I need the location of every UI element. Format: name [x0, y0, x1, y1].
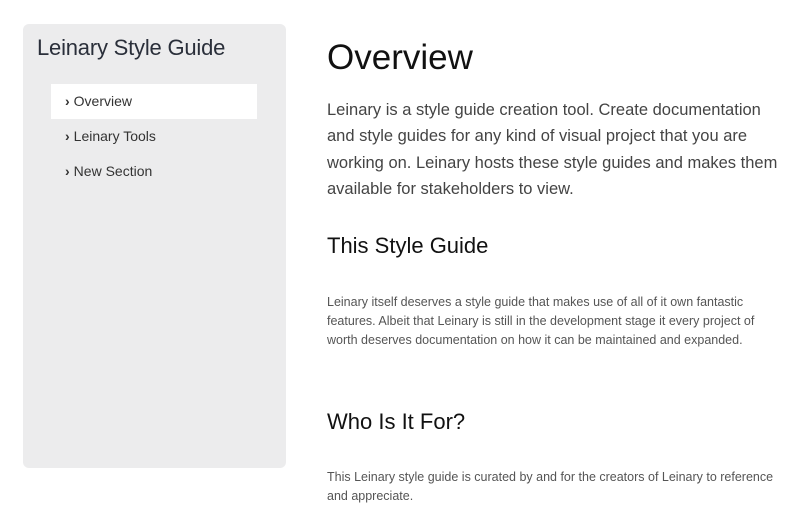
- sidebar-nav: › Overview › Leinary Tools › New Section: [51, 84, 257, 189]
- sidebar-item-overview[interactable]: › Overview: [51, 84, 257, 119]
- chevron-right-icon: ›: [65, 128, 70, 144]
- sidebar-item-label: Overview: [73, 93, 133, 109]
- section-heading-this-style-guide: This Style Guide: [327, 233, 489, 258]
- chevron-right-icon: ›: [65, 93, 70, 109]
- sidebar-item-leinary-tools[interactable]: › Leinary Tools: [51, 119, 257, 154]
- sidebar-title: Leinary Style Guide: [37, 35, 226, 60]
- intro-paragraph: Leinary is a style guide creation tool. …: [327, 101, 778, 198]
- section-heading-who-is-it-for: Who Is It For?: [327, 409, 466, 434]
- sidebar: Leinary Style Guide › Overview › Leinary T…: [23, 24, 286, 468]
- section-body-this-style-guide: Leinary itself deserves a style guide th…: [327, 295, 755, 347]
- sidebar-item-label: New Section: [73, 163, 153, 179]
- sidebar-item-label: Leinary Tools: [73, 128, 156, 144]
- section-body-who-is-it-for: This Leinary style guide is curated by a…: [327, 470, 774, 503]
- chevron-right-icon: ›: [65, 163, 70, 179]
- sidebar-item-new-section[interactable]: › New Section: [51, 154, 257, 189]
- page-title: Overview: [327, 38, 473, 77]
